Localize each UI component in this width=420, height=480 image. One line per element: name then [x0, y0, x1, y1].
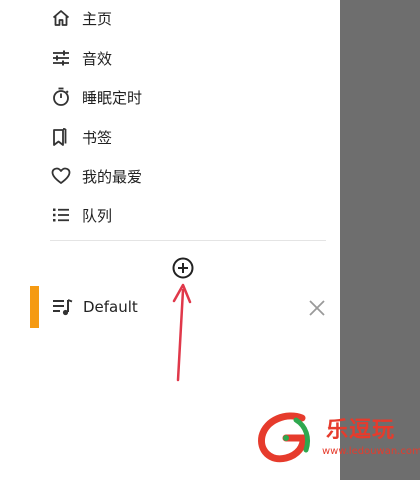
playlist-music-icon	[52, 297, 74, 317]
menu-item-sound-effects[interactable]: 音效	[50, 40, 112, 76]
menu-item-bookmarks[interactable]: 书签	[50, 119, 112, 155]
remove-playlist-button[interactable]	[306, 297, 328, 319]
menu-item-label: 我的最爱	[82, 167, 143, 186]
menu-item-label: 书签	[82, 128, 113, 147]
menu-item-favorites[interactable]: 我的最爱	[50, 158, 142, 194]
heart-icon	[50, 165, 72, 187]
menu-item-home[interactable]: 主页	[50, 0, 112, 36]
add-playlist-button[interactable]	[171, 256, 195, 280]
watermark-brand: 乐逗玩	[326, 418, 396, 443]
watermark-logo-icon	[258, 412, 311, 463]
queue-icon	[50, 204, 72, 226]
menu-item-queue[interactable]: 队列	[50, 197, 112, 233]
home-icon	[50, 7, 72, 29]
add-circle-icon	[172, 257, 194, 279]
selected-indicator	[30, 286, 39, 328]
watermark: 乐逗玩 www.ledouwan.com	[256, 408, 420, 472]
close-icon	[309, 300, 325, 316]
equalizer-icon	[50, 47, 72, 69]
divider	[50, 240, 326, 241]
annotation-arrow	[172, 283, 192, 382]
menu-item-label: 主页	[82, 9, 113, 28]
bookmark-icon	[50, 126, 72, 148]
menu-item-label: 睡眠定时	[82, 88, 143, 107]
menu-item-sleep-timer[interactable]: 睡眠定时	[50, 79, 142, 115]
playlist-label: Default	[83, 298, 138, 316]
sleep-timer-icon	[50, 86, 72, 108]
menu-item-label: 音效	[82, 49, 113, 68]
watermark-url: www.ledouwan.com	[322, 446, 420, 457]
menu-item-label: 队列	[82, 206, 113, 225]
